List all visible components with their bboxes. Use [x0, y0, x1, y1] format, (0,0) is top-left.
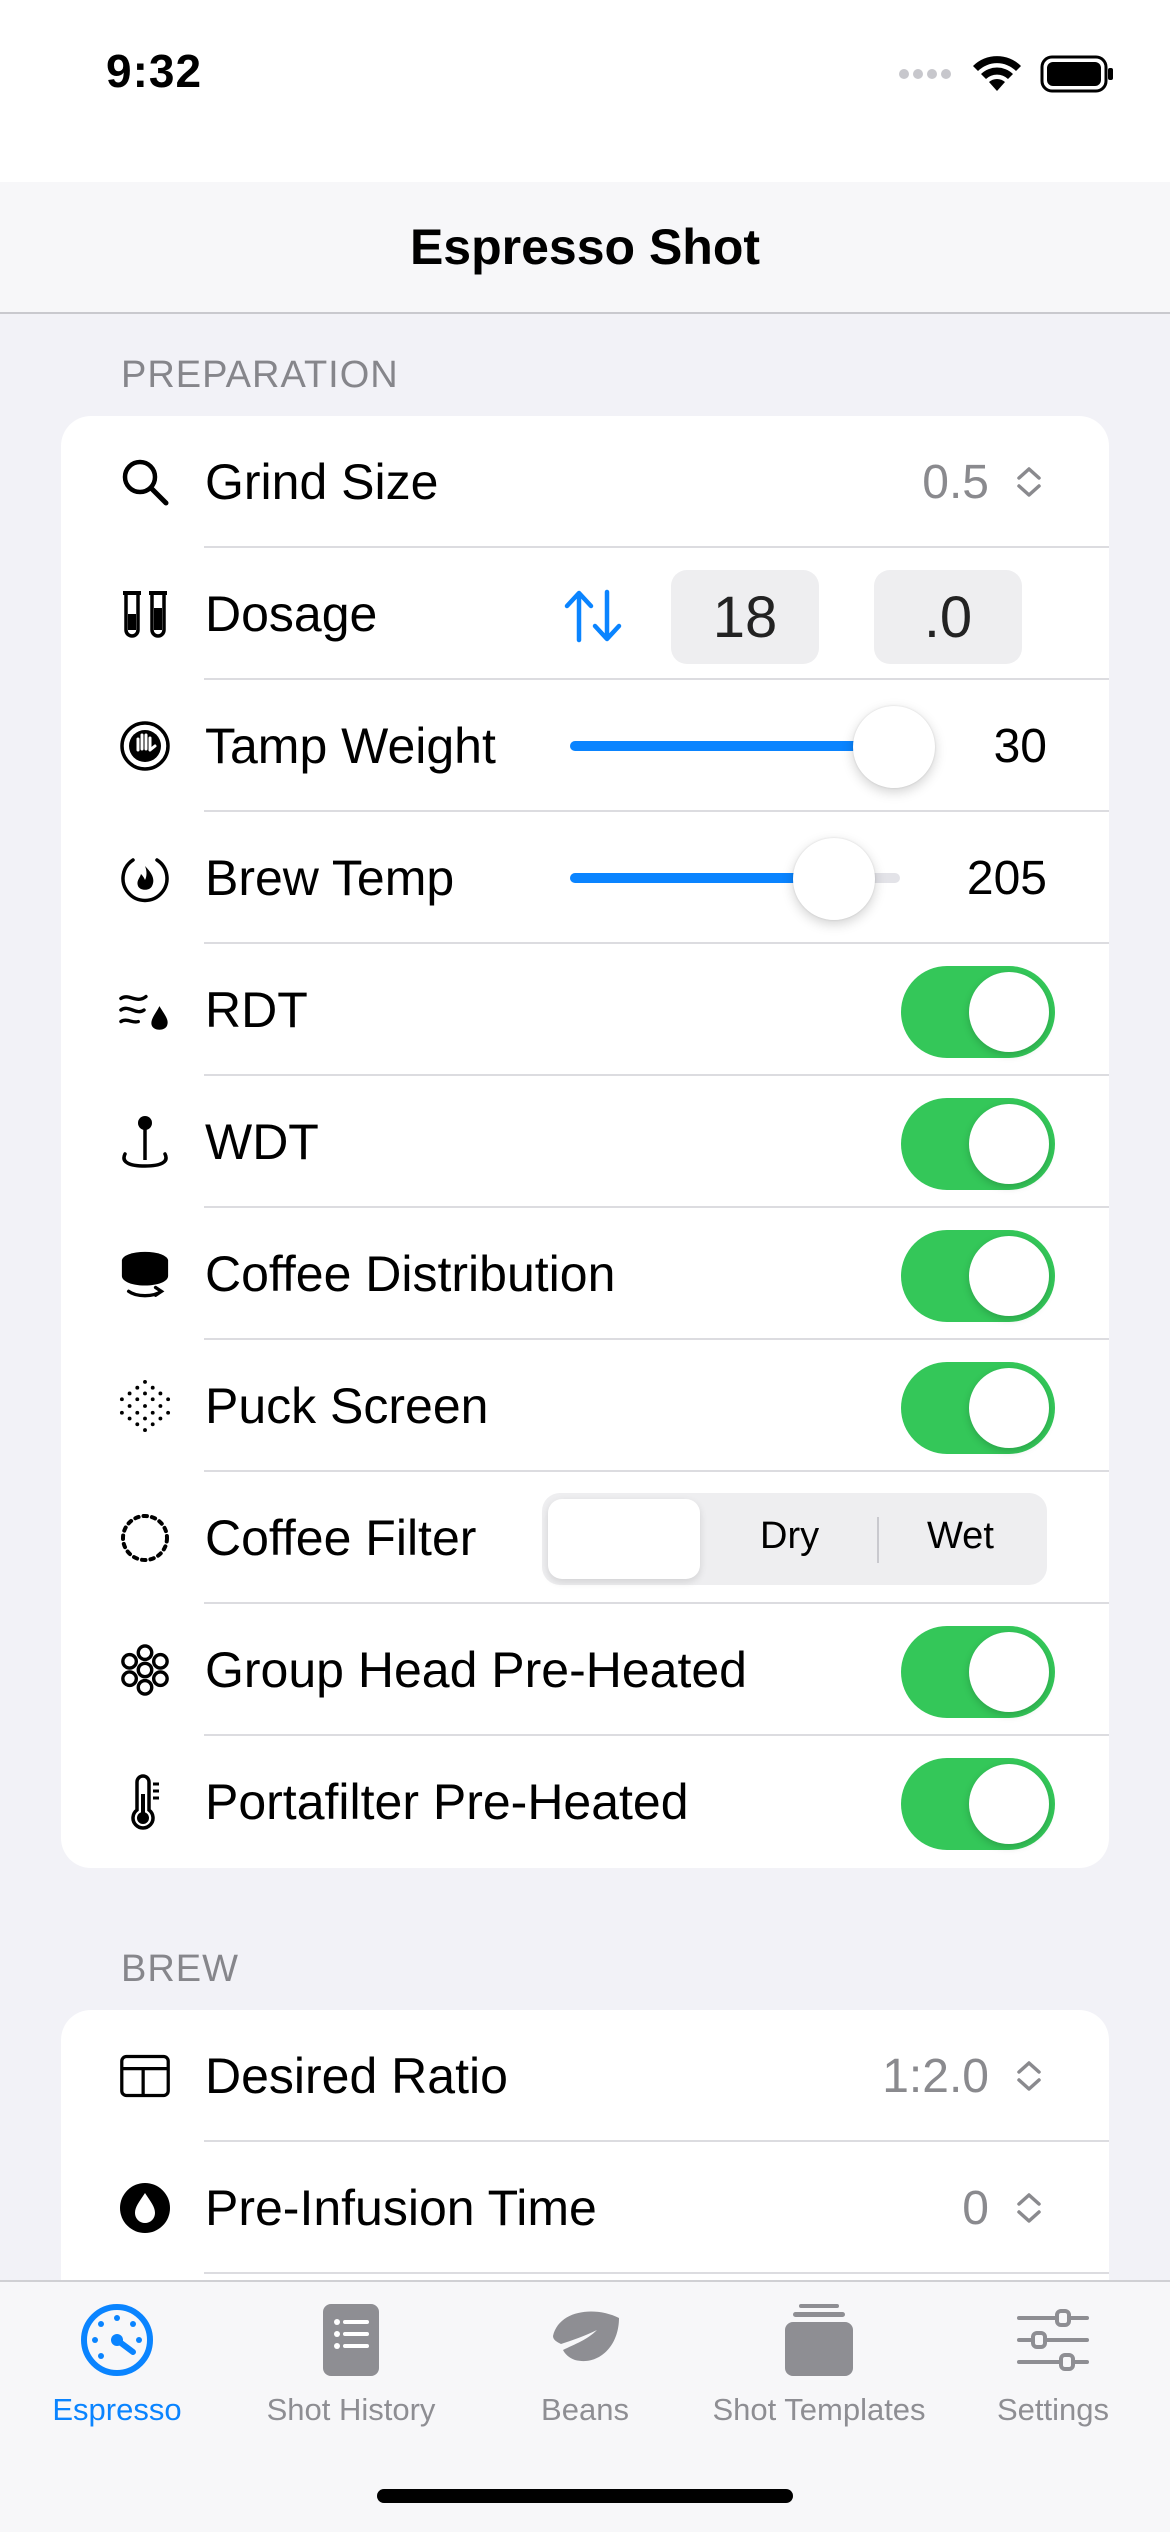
- hand-circle-icon: [119, 720, 171, 772]
- coffee-filter-label: Coffee Filter: [205, 1510, 477, 1566]
- rdt-label: RDT: [205, 982, 308, 1038]
- wind-drop-icon: [119, 984, 171, 1036]
- navigation-bar: Espresso Shot: [0, 182, 1170, 314]
- dosage-whole-field[interactable]: 18: [671, 570, 819, 664]
- group-head-label: Group Head Pre-Heated: [205, 1642, 747, 1698]
- grind-size-value: 0.5: [922, 455, 989, 509]
- wifi-icon: [973, 56, 1021, 91]
- leaf-icon: [553, 2311, 619, 2362]
- wdt-toggle[interactable]: [901, 1098, 1055, 1190]
- arrow-up-down-icon[interactable]: [561, 588, 625, 644]
- sliders-icon: [1017, 2309, 1089, 2371]
- magnifyingglass-icon: [119, 456, 171, 508]
- tamp-weight-slider-thumb[interactable]: [853, 706, 935, 788]
- tab-label: Beans: [541, 2392, 629, 2427]
- tab-shot-history[interactable]: Shot History: [234, 2300, 468, 2450]
- status-icons: [898, 52, 1114, 96]
- tamp-weight-row: Tamp Weight 30: [61, 680, 1109, 812]
- coffee-distribution-row: Coffee Distribution: [61, 1208, 1109, 1340]
- preparation-card: Grind Size 0.5 Dosage 18 .0 Tamp Weight: [61, 416, 1109, 1868]
- desired-ratio-label: Desired Ratio: [205, 2048, 508, 2104]
- flame-circle-icon: [119, 852, 171, 904]
- wdt-toggle-knob: [969, 1104, 1049, 1184]
- coffee-filter-segmented-control[interactable]: Dry Wet: [542, 1493, 1047, 1585]
- page-title: Espresso Shot: [409, 219, 761, 275]
- pre-infusion-label: Pre-Infusion Time: [205, 2180, 597, 2236]
- tab-label: Shot Templates: [712, 2392, 926, 2427]
- brew-temp-value: 205: [966, 851, 1047, 905]
- wdt-label: WDT: [205, 1114, 319, 1170]
- segment-none[interactable]: [548, 1499, 700, 1579]
- puck-screen-toggle[interactable]: [901, 1362, 1055, 1454]
- portafilter-toggle[interactable]: [901, 1758, 1055, 1850]
- thermometer-icon: [119, 1774, 171, 1830]
- puck-screen-row: Puck Screen: [61, 1340, 1109, 1472]
- portafilter-row: Portafilter Pre-Heated: [61, 1736, 1109, 1868]
- desired-ratio-row[interactable]: Desired Ratio 1:2.0: [61, 2010, 1109, 2142]
- dotted-circle-icon: [119, 1512, 171, 1564]
- tab-label: Espresso: [52, 2392, 182, 2427]
- pre-infusion-value: 0: [962, 2181, 989, 2235]
- grind-size-label: Grind Size: [205, 454, 439, 510]
- group-head-toggle-knob: [969, 1632, 1049, 1712]
- group-head-row: Group Head Pre-Heated: [61, 1604, 1109, 1736]
- tab-settings[interactable]: Settings: [936, 2300, 1170, 2450]
- chevron-up-down-icon[interactable]: [1011, 2058, 1047, 2094]
- chevron-up-down-icon[interactable]: [1011, 464, 1047, 500]
- brew-temp-slider-thumb[interactable]: [793, 838, 875, 920]
- status-time: 9:32: [106, 45, 203, 97]
- grind-size-row[interactable]: Grind Size 0.5: [61, 416, 1109, 548]
- rdt-toggle[interactable]: [901, 966, 1055, 1058]
- test-tubes-icon: [119, 588, 171, 640]
- home-indicator: [377, 2489, 793, 2503]
- brew-temp-label: Brew Temp: [205, 850, 455, 906]
- tab-espresso[interactable]: Espresso: [0, 2300, 234, 2450]
- flower-dots-icon: [119, 1644, 171, 1696]
- brew-temp-row: Brew Temp 205: [61, 812, 1109, 944]
- stacked-tray-icon: [785, 2304, 853, 2376]
- list-document-icon: [323, 2304, 379, 2376]
- coffee-distribution-toggle[interactable]: [901, 1230, 1055, 1322]
- pre-infusion-row[interactable]: Pre-Infusion Time 0: [61, 2142, 1109, 2274]
- dot-grid-icon: [119, 1380, 171, 1432]
- rdt-toggle-knob: [969, 972, 1049, 1052]
- section-header-preparation: PREPARATION: [121, 354, 399, 396]
- gauge-icon: [81, 2304, 153, 2376]
- group-head-toggle[interactable]: [901, 1626, 1055, 1718]
- tab-beans[interactable]: Beans: [468, 2300, 702, 2450]
- tamp-weight-slider-fill: [570, 741, 894, 751]
- dosage-label: Dosage: [205, 586, 378, 642]
- portafilter-toggle-knob: [969, 1764, 1049, 1844]
- distributor-icon: [119, 1248, 171, 1300]
- segment-divider: [877, 1517, 879, 1563]
- brew-card: Desired Ratio 1:2.0 Pre-Infusion Time 0: [61, 2010, 1109, 2280]
- needle-tool-icon: [119, 1116, 171, 1168]
- settings-form[interactable]: PREPARATION Grind Size 0.5 Dosage 18 .0: [0, 316, 1170, 2280]
- tab-label: Shot History: [266, 2392, 436, 2427]
- wdt-row: WDT: [61, 1076, 1109, 1208]
- tab-label: Settings: [996, 2392, 1109, 2427]
- status-bar: 9:32: [0, 0, 1170, 182]
- coffee-distribution-toggle-knob: [969, 1236, 1049, 1316]
- desired-ratio-value: 1:2.0: [882, 2049, 989, 2103]
- chevron-up-down-icon[interactable]: [1011, 2190, 1047, 2226]
- dosage-row: Dosage 18 .0: [61, 548, 1109, 680]
- tab-shot-templates[interactable]: Shot Templates: [702, 2300, 936, 2450]
- dosage-decimal-field[interactable]: .0: [874, 570, 1022, 664]
- section-header-brew: BREW: [121, 1948, 239, 1990]
- ratio-rectangle-icon: [119, 2050, 171, 2102]
- cellular-signal-icon: [899, 69, 951, 79]
- drop-circle-icon: [119, 2182, 171, 2234]
- coffee-filter-row: Coffee Filter Dry Wet: [61, 1472, 1109, 1604]
- portafilter-label: Portafilter Pre-Heated: [205, 1774, 689, 1830]
- battery-icon: [1040, 55, 1113, 93]
- rdt-row: RDT: [61, 944, 1109, 1076]
- tamp-weight-label: Tamp Weight: [205, 718, 496, 774]
- coffee-distribution-label: Coffee Distribution: [205, 1246, 616, 1302]
- tamp-weight-value: 30: [993, 719, 1047, 773]
- puck-screen-label: Puck Screen: [205, 1378, 489, 1434]
- segment-wet[interactable]: Wet: [927, 1515, 994, 1558]
- puck-screen-toggle-knob: [969, 1368, 1049, 1448]
- segment-dry[interactable]: Dry: [760, 1515, 819, 1558]
